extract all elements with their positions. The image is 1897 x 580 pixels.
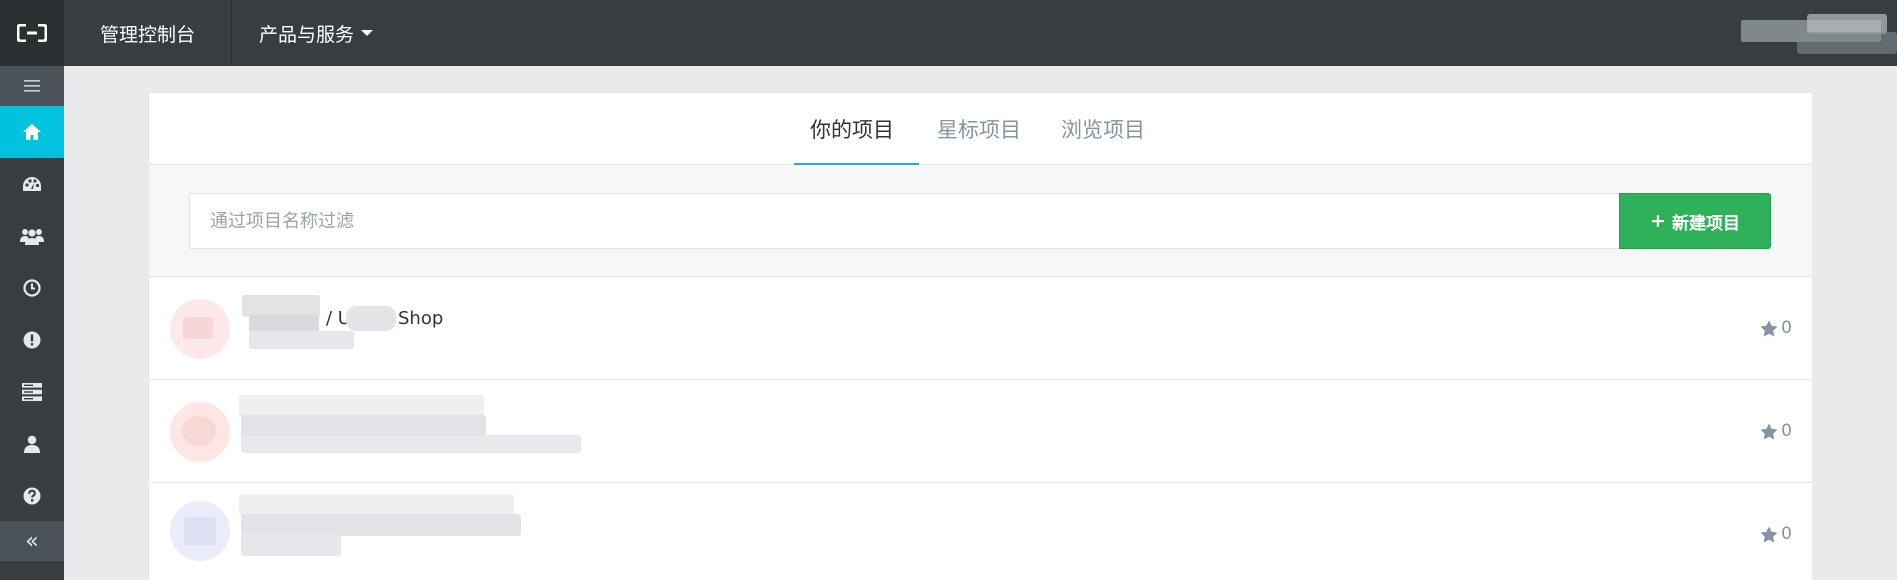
redacted-username (1797, 32, 1897, 54)
project-avatar (170, 501, 230, 561)
redacted-description (249, 331, 354, 349)
project-tabs: 你的项目 星标项目 浏览项目 (149, 93, 1812, 165)
clock-icon (23, 279, 41, 297)
users-icon (20, 229, 44, 245)
plus-icon: + (1650, 210, 1666, 232)
sidebar-item-team[interactable] (0, 210, 64, 262)
redacted-project-title (241, 514, 521, 536)
star-count-value: 0 (1781, 421, 1792, 441)
server-icon (22, 383, 42, 401)
sidebar-item-home[interactable] (0, 106, 64, 158)
exclamation-icon (23, 331, 41, 349)
redacted-project-title (241, 415, 486, 437)
redacted-project-title (239, 395, 484, 417)
filter-bar: + 新建项目 (149, 166, 1812, 277)
sidebar-item-dashboard[interactable] (0, 158, 64, 210)
active-tab-indicator (794, 163, 919, 165)
star-icon (1760, 526, 1778, 542)
sidebar-item-servers[interactable] (0, 366, 64, 418)
project-name-part: Shop (398, 308, 444, 329)
sidebar-item-alerts[interactable] (0, 314, 64, 366)
redacted-avatar-initials (182, 416, 216, 446)
star-count-value: 0 (1781, 318, 1792, 338)
project-star-count[interactable]: 0 (1760, 318, 1792, 338)
products-menu-label: 产品与服务 (259, 23, 355, 46)
console-link[interactable]: 管理控制台 (64, 0, 232, 66)
tab-label: 星标项目 (937, 118, 1021, 142)
projects-panel: 你的项目 星标项目 浏览项目 + 新建项目 / U Shop 0 (149, 93, 1812, 580)
project-star-count[interactable]: 0 (1760, 524, 1792, 544)
star-count-value: 0 (1781, 524, 1792, 544)
sidebar-item-help[interactable] (0, 470, 64, 522)
question-icon (23, 487, 41, 505)
console-link-label: 管理控制台 (99, 23, 195, 46)
redacted-description (241, 534, 341, 556)
project-avatar (170, 299, 230, 359)
sidebar: « (0, 66, 64, 580)
project-row[interactable]: 0 (149, 381, 1812, 483)
user-account-menu[interactable] (1737, 12, 1897, 60)
logo[interactable] (0, 0, 64, 66)
tab-label: 你的项目 (810, 118, 894, 142)
redacted-description (241, 435, 581, 453)
project-row[interactable]: / U Shop 0 (149, 278, 1812, 380)
redacted-avatar-initials (183, 317, 213, 339)
redacted-project-name (346, 306, 396, 331)
user-icon (24, 435, 40, 453)
sidebar-item-account[interactable] (0, 418, 64, 470)
double-chevron-left-icon: « (25, 528, 39, 554)
caret-down-icon (361, 30, 374, 36)
star-icon (1760, 320, 1778, 336)
tab-starred-projects[interactable]: 星标项目 (937, 93, 1021, 165)
redacted-namespace (242, 295, 320, 317)
tab-your-projects[interactable]: 你的项目 (810, 93, 894, 165)
redacted-project-title (239, 494, 514, 516)
project-row[interactable]: 0 (149, 484, 1812, 580)
dashboard-icon (23, 177, 41, 191)
project-star-count[interactable]: 0 (1760, 421, 1792, 441)
brand-logo-icon (17, 24, 47, 42)
top-navbar: 管理控制台 产品与服务 (0, 0, 1897, 66)
home-icon (23, 124, 41, 140)
tab-explore-projects[interactable]: 浏览项目 (1061, 93, 1145, 165)
menu-icon (24, 80, 40, 92)
tab-label: 浏览项目 (1061, 118, 1145, 142)
project-filter-input[interactable] (189, 193, 1669, 249)
new-project-label: 新建项目 (1671, 213, 1740, 234)
redacted-username (1807, 14, 1887, 34)
new-project-button[interactable]: + 新建项目 (1619, 193, 1771, 249)
sidebar-item-history[interactable] (0, 262, 64, 314)
redacted-avatar-initials (184, 517, 216, 545)
sidebar-toggle[interactable] (0, 66, 64, 106)
project-avatar (170, 402, 230, 462)
star-icon (1760, 423, 1778, 439)
products-services-menu[interactable]: 产品与服务 (259, 0, 374, 66)
sidebar-collapse-button[interactable]: « (0, 521, 64, 561)
